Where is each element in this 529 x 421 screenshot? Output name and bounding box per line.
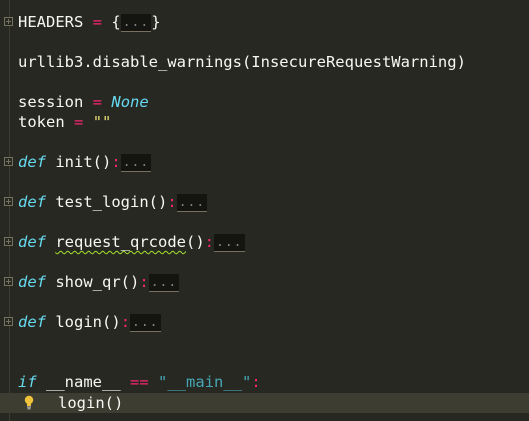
fold-plus-icon[interactable] bbox=[4, 237, 13, 246]
fold-plus-icon[interactable] bbox=[4, 157, 13, 166]
fold-gutter bbox=[9, 0, 10, 421]
folded-block[interactable]: ... bbox=[130, 314, 161, 332]
code-line-main-call[interactable]: login() bbox=[58, 393, 123, 413]
code-line-def-request-qrcode[interactable]: def request_qrcode():... bbox=[18, 232, 245, 252]
folded-block[interactable]: ... bbox=[214, 234, 245, 252]
fold-plus-icon[interactable] bbox=[4, 17, 13, 26]
fold-plus-icon[interactable] bbox=[4, 197, 13, 206]
code-line-urllib[interactable]: urllib3.disable_warnings(InsecureRequest… bbox=[18, 52, 466, 72]
folded-block[interactable]: ... bbox=[176, 194, 208, 212]
folded-block[interactable]: ... bbox=[148, 274, 180, 292]
folded-block[interactable]: ... bbox=[120, 154, 152, 172]
fold-plus-icon[interactable] bbox=[4, 277, 13, 286]
code-line-def-login[interactable]: def login():... bbox=[18, 312, 161, 332]
code-line-def-show-qr[interactable]: def show_qr():... bbox=[18, 272, 180, 292]
code-line-token[interactable]: token = "" bbox=[18, 112, 111, 132]
code-line-headers[interactable]: HEADERS = {...} bbox=[18, 12, 161, 32]
code-line-if-main[interactable]: if __name__ == "__main__": bbox=[18, 372, 261, 392]
fold-plus-icon[interactable] bbox=[4, 317, 13, 326]
folded-block[interactable]: ... bbox=[120, 14, 152, 32]
code-line-def-init[interactable]: def init():... bbox=[18, 152, 152, 172]
lightbulb-icon[interactable] bbox=[22, 393, 36, 413]
code-line-def-test-login[interactable]: def test_login():... bbox=[18, 192, 208, 212]
code-editor[interactable]: HEADERS = {...} urllib3.disable_warnings… bbox=[0, 0, 529, 421]
code-line-session[interactable]: session = None bbox=[18, 92, 149, 112]
